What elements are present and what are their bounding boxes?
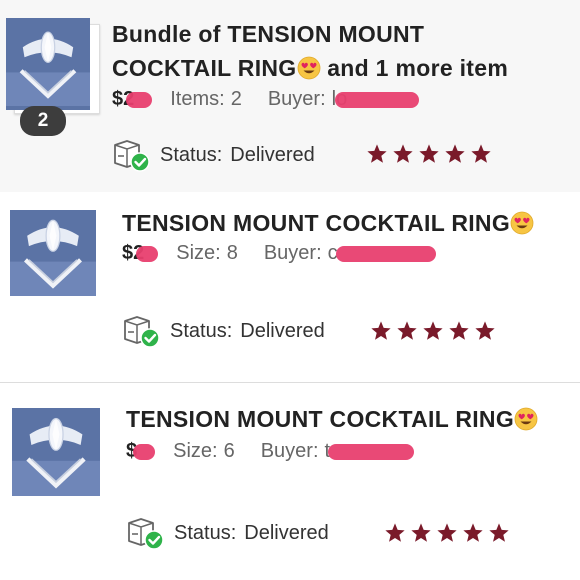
star-icon bbox=[384, 522, 406, 544]
package-delivered-icon bbox=[112, 138, 150, 172]
rating-stars bbox=[370, 320, 496, 342]
size-label: Size: bbox=[176, 242, 221, 264]
order-title[interactable]: Bundle of TENSION MOUNT COCKTAIL RING an… bbox=[112, 17, 508, 85]
heart-eyes-emoji-icon bbox=[297, 56, 321, 80]
price: $2 bbox=[122, 242, 159, 265]
order-meta: $ Size: 6 Buyer: t bbox=[126, 440, 415, 463]
heart-eyes-emoji-icon bbox=[510, 211, 534, 235]
star-icon bbox=[448, 320, 470, 342]
star-icon bbox=[366, 143, 388, 165]
status-label: Status: bbox=[174, 521, 237, 544]
order-meta: $2 Items: 2 Buyer: lo bbox=[112, 88, 420, 111]
price-redaction bbox=[136, 245, 159, 262]
buyer-redaction bbox=[335, 91, 420, 108]
star-icon bbox=[396, 320, 418, 342]
ring-thumbnail[interactable] bbox=[10, 210, 96, 296]
item-count-badge: 2 bbox=[20, 106, 66, 136]
items-label: Items: bbox=[170, 88, 225, 110]
heart-eyes-emoji-icon bbox=[514, 407, 538, 431]
items-value: 2 bbox=[230, 88, 242, 110]
size-label: Size: bbox=[173, 440, 218, 462]
order-status: Status: Delivered bbox=[122, 314, 325, 348]
order-meta: $2 Size: 8 Buyer: c bbox=[122, 242, 436, 265]
status-label: Status: bbox=[160, 143, 223, 166]
status-label: Status: bbox=[170, 319, 233, 342]
order-status: Status: Delivered bbox=[112, 138, 315, 172]
buyer-label: Buyer: bbox=[260, 440, 319, 462]
order-title[interactable]: TENSION MOUNT COCKTAIL RING bbox=[126, 402, 538, 436]
order-title[interactable]: TENSION MOUNT COCKTAIL RING bbox=[122, 206, 534, 240]
order-card-1[interactable]: 2 Bundle of TENSION MOUNT COCKTAIL RING … bbox=[0, 0, 580, 192]
price-redaction bbox=[126, 91, 153, 108]
title-line-1: Bundle of TENSION MOUNT bbox=[112, 21, 425, 47]
star-icon bbox=[370, 320, 392, 342]
star-icon bbox=[418, 143, 440, 165]
package-delivered-icon bbox=[122, 314, 160, 348]
star-icon bbox=[462, 522, 484, 544]
rating-stars bbox=[384, 522, 510, 544]
star-icon bbox=[470, 143, 492, 165]
star-icon bbox=[444, 143, 466, 165]
star-icon bbox=[392, 143, 414, 165]
star-icon bbox=[474, 320, 496, 342]
status-value: Delivered bbox=[240, 319, 325, 342]
buyer-redaction bbox=[328, 443, 415, 460]
size-value: 6 bbox=[223, 440, 235, 462]
buyer-label: Buyer: bbox=[263, 242, 322, 264]
price: $ bbox=[126, 440, 156, 463]
order-status: Status: Delivered bbox=[126, 516, 329, 550]
size-value: 8 bbox=[226, 242, 238, 264]
buyer-label: Buyer: bbox=[267, 88, 326, 110]
order-card-3[interactable]: TENSION MOUNT COCKTAIL RING $ Size: 6 Bu… bbox=[0, 386, 580, 580]
star-icon bbox=[422, 320, 444, 342]
status-value: Delivered bbox=[230, 143, 315, 166]
ring-thumbnail[interactable] bbox=[12, 408, 100, 496]
star-icon bbox=[410, 522, 432, 544]
buyer-redaction bbox=[335, 245, 436, 262]
star-icon bbox=[488, 522, 510, 544]
price-redaction bbox=[133, 443, 156, 460]
title-line-2: COCKTAIL RING and 1 more item bbox=[112, 55, 509, 81]
order-card-2[interactable]: TENSION MOUNT COCKTAIL RING $2 Size: 8 B… bbox=[0, 196, 580, 383]
package-delivered-icon bbox=[126, 516, 164, 550]
status-value: Delivered bbox=[244, 521, 329, 544]
rating-stars bbox=[366, 143, 492, 165]
star-icon bbox=[436, 522, 458, 544]
price: $2 bbox=[112, 88, 153, 111]
ring-thumbnail[interactable] bbox=[6, 18, 90, 110]
